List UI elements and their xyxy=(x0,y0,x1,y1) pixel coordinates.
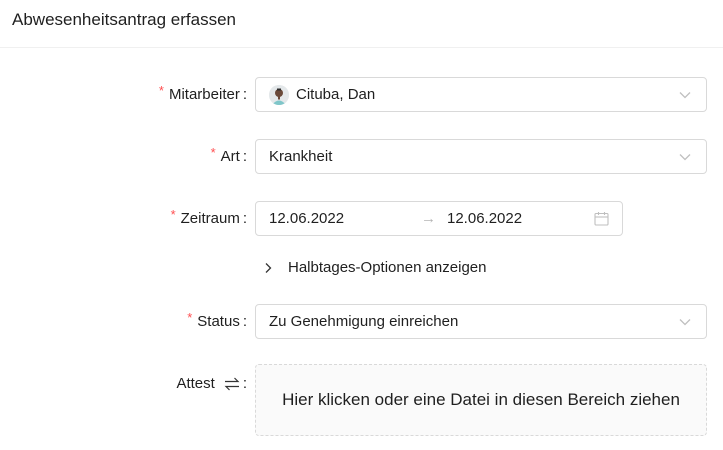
swap-icon[interactable] xyxy=(224,377,240,391)
required-marker: * xyxy=(210,145,216,160)
period-start-input[interactable]: 12.06.2022 xyxy=(269,209,344,229)
status-label: * Status : xyxy=(187,310,247,332)
employee-label: * Mitarbeiter : xyxy=(159,83,247,105)
chevron-down-icon xyxy=(679,92,691,99)
page-title: Abwesenheitsantrag erfassen xyxy=(12,10,236,29)
period-range-picker[interactable]: 12.06.2022 → 12.06.2022 xyxy=(255,201,623,236)
chevron-down-icon xyxy=(679,319,691,326)
status-value: Zu Genehmigung einreichen xyxy=(269,313,459,330)
label-colon: : xyxy=(242,86,247,103)
label-colon: : xyxy=(242,375,247,392)
type-label: * Art : xyxy=(211,145,247,167)
employee-select[interactable]: Cituba, Dan xyxy=(255,77,707,112)
period-label-text: Zeitraum xyxy=(180,210,240,227)
label-colon: : xyxy=(242,210,247,227)
half-day-options-label: Halbtages-Optionen anzeigen xyxy=(288,259,487,276)
range-separator-arrow: → xyxy=(421,210,436,227)
period-label: * Zeitraum : xyxy=(171,207,247,229)
status-label-text: Status xyxy=(197,313,240,330)
status-select[interactable]: Zu Genehmigung einreichen xyxy=(255,304,707,339)
label-colon: : xyxy=(242,148,247,165)
half-day-options-toggle[interactable]: Halbtages-Optionen anzeigen xyxy=(262,257,486,279)
certificate-label: Attest : xyxy=(176,374,247,394)
dropzone-text: Hier klicken oder eine Datei in diesen B… xyxy=(282,390,680,409)
employee-value: Cituba, Dan xyxy=(296,86,376,103)
required-marker: * xyxy=(187,310,193,325)
type-select[interactable]: Krankheit xyxy=(255,139,707,174)
certificate-label-text: Attest xyxy=(176,375,215,392)
calendar-icon xyxy=(594,212,609,226)
type-label-text: Art xyxy=(220,148,240,165)
certificate-upload-dropzone[interactable]: Hier klicken oder eine Datei in diesen B… xyxy=(255,364,707,436)
required-marker: * xyxy=(158,83,164,98)
type-value: Krankheit xyxy=(269,148,333,165)
period-end-input[interactable]: 12.06.2022 xyxy=(447,209,522,229)
page-header: Abwesenheitsantrag erfassen xyxy=(0,0,723,48)
chevron-down-icon xyxy=(679,154,691,161)
absence-request-page: Abwesenheitsantrag erfassen * Mitarbeite… xyxy=(0,0,723,450)
required-marker: * xyxy=(170,207,176,222)
label-colon: : xyxy=(242,313,247,330)
chevron-right-icon xyxy=(265,263,272,273)
employee-avatar xyxy=(269,85,289,105)
employee-label-text: Mitarbeiter xyxy=(168,86,240,103)
